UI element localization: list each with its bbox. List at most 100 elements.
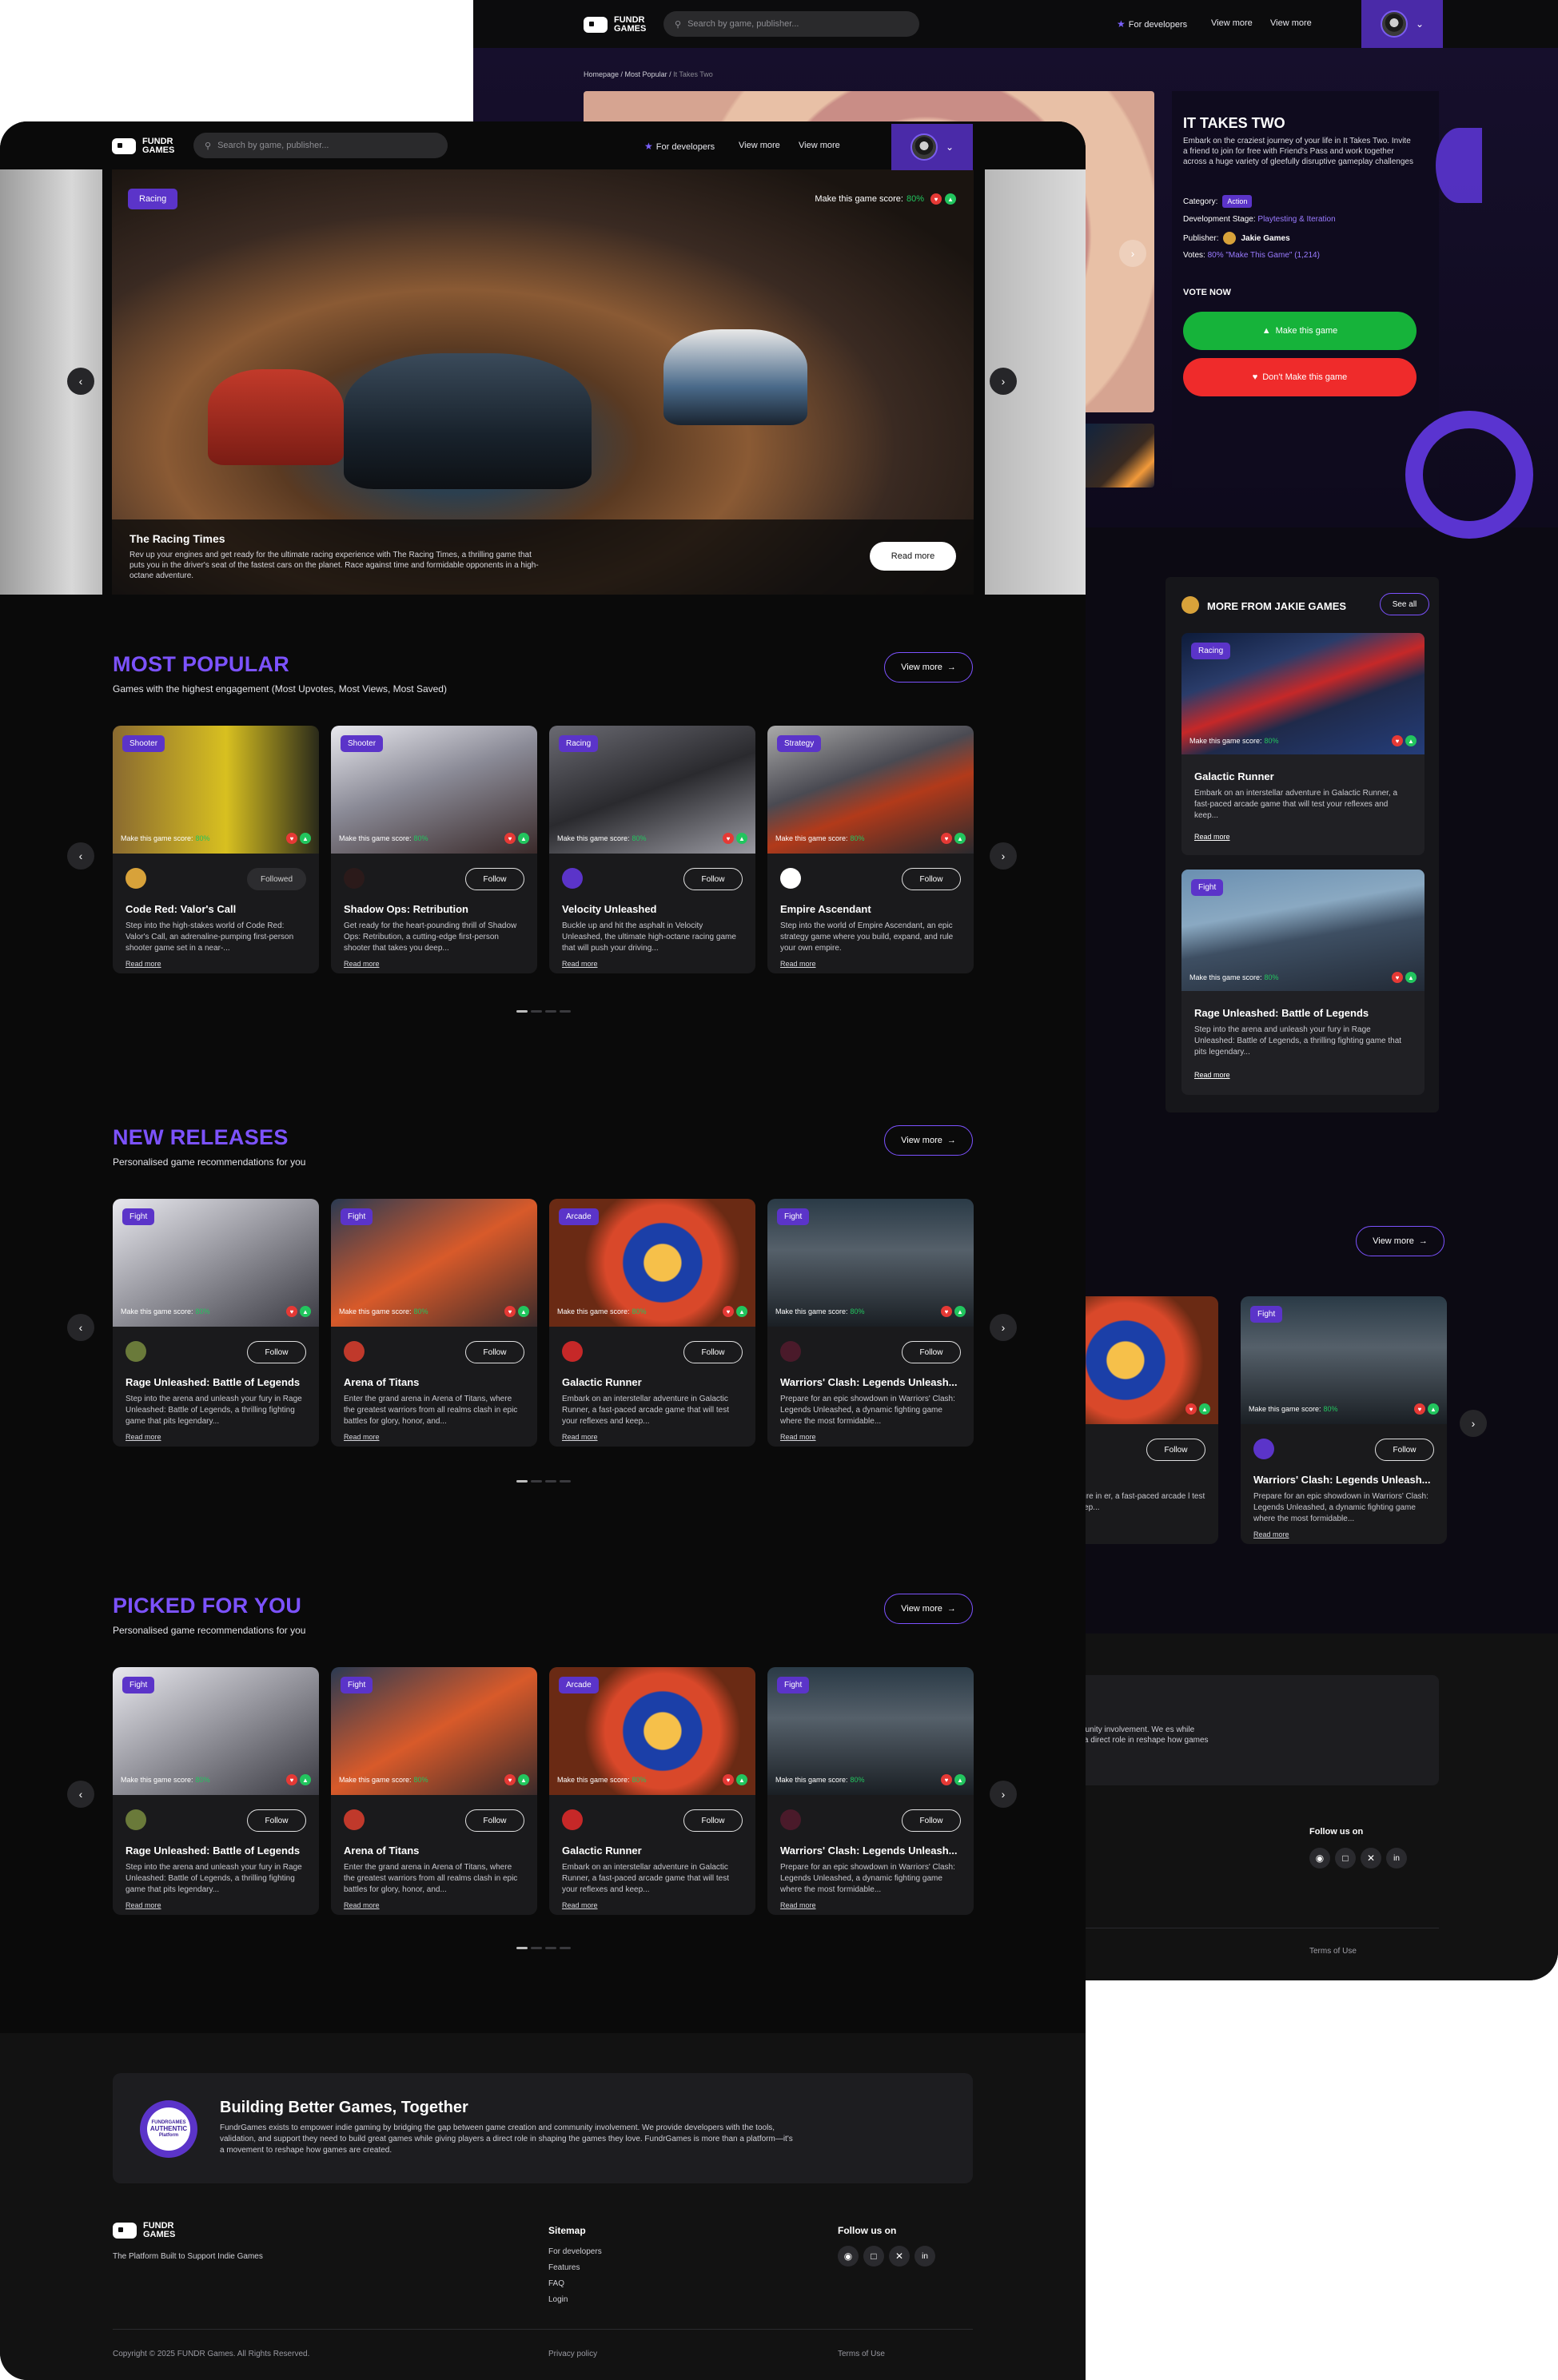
read-more-link[interactable]: Read more xyxy=(780,1433,816,1441)
category-tag[interactable]: Action xyxy=(1222,195,1253,208)
follow-button[interactable]: Follow xyxy=(247,1341,306,1363)
linkedin-icon[interactable]: in xyxy=(1386,1848,1407,1869)
carousel-prev-button[interactable]: ‹ xyxy=(67,842,94,870)
game-card[interactable]: Racing Make this game score: 80% ♥ ▲ Follow Ve… xyxy=(549,726,755,973)
publisher-logo-icon[interactable] xyxy=(126,1341,146,1362)
dot[interactable] xyxy=(531,1480,542,1483)
card-title[interactable]: Velocity Unleashed xyxy=(562,903,746,915)
publisher-logo-icon[interactable] xyxy=(562,1809,583,1830)
dot[interactable] xyxy=(516,1480,528,1483)
dot[interactable] xyxy=(516,1947,528,1949)
user-menu[interactable]: ⌄ xyxy=(891,124,973,170)
downvote-icon[interactable]: ♥ xyxy=(286,1306,297,1317)
follow-button[interactable]: Follow xyxy=(902,1341,961,1363)
dot[interactable] xyxy=(560,1947,571,1949)
upvote-icon[interactable]: ▲ xyxy=(954,1306,966,1317)
nav-for-developers[interactable]: ★ For developers xyxy=(1117,18,1187,30)
card-title[interactable]: Arena of Titans xyxy=(344,1376,528,1388)
search-input[interactable]: ⚲ Search by game, publisher... xyxy=(663,11,919,37)
read-more-link[interactable]: Read more xyxy=(1194,1071,1230,1079)
upvote-icon[interactable]: ▲ xyxy=(954,1774,966,1785)
search-input[interactable]: ⚲ Search by game, publisher... xyxy=(193,133,448,158)
hero-slide[interactable]: Racing Make this game score: 80% ♥ ▲ The Ra… xyxy=(112,169,974,595)
game-card[interactable]: Fight Make this game score: 80% ♥ ▲ Follow War… xyxy=(767,1199,974,1447)
view-more-button[interactable]: View more → xyxy=(884,652,973,683)
dont-make-game-button[interactable]: ♥ Don't Make this game xyxy=(1183,358,1417,396)
nav-view-more[interactable]: View more xyxy=(739,141,780,150)
terms-link[interactable]: Terms of Use xyxy=(838,2350,885,2358)
upvote-icon[interactable]: ▲ xyxy=(1199,1403,1210,1415)
game-card[interactable]: Arcade Make this game score: 80% ♥ ▲ Follow Ga… xyxy=(549,1667,755,1915)
sitemap-link[interactable]: Login xyxy=(548,2295,568,2304)
carousel-prev-button[interactable]: ‹ xyxy=(67,1781,94,1808)
sitemap-link[interactable]: FAQ xyxy=(548,2279,564,2288)
view-more-button[interactable]: View more → xyxy=(884,1594,973,1624)
read-more-link[interactable]: Read more xyxy=(344,1433,380,1441)
nav-view-more[interactable]: View more xyxy=(799,141,840,150)
downvote-icon[interactable]: ♥ xyxy=(941,833,952,844)
logo[interactable]: FUNDR GAMES xyxy=(112,137,174,155)
upvote-icon[interactable]: ▲ xyxy=(1405,972,1417,983)
follow-button[interactable]: Follow xyxy=(465,1341,524,1363)
publisher-logo-icon[interactable] xyxy=(562,868,583,889)
upvote-icon[interactable]: ▲ xyxy=(736,833,747,844)
instagram-icon[interactable]: □ xyxy=(1335,1848,1356,1869)
downvote-icon[interactable]: ♥ xyxy=(286,833,297,844)
card-title[interactable]: Galactic Runner xyxy=(562,1845,746,1857)
game-card[interactable]: Arcade Make this game score: 80% ♥ ▲ Follow Ga… xyxy=(549,1199,755,1447)
game-card[interactable]: Racing Make this game score: 80% ♥ ▲ Galac… xyxy=(1181,633,1425,855)
sitemap-link[interactable]: Features xyxy=(548,2263,580,2272)
hero-prev-button[interactable]: ‹ xyxy=(67,368,94,395)
read-more-link[interactable]: Read more xyxy=(562,960,598,968)
card-title[interactable]: Arena of Titans xyxy=(344,1845,528,1857)
read-more-link[interactable]: Read more xyxy=(126,960,161,968)
read-more-link[interactable]: Read more xyxy=(562,1433,598,1441)
publisher-logo-icon[interactable] xyxy=(562,1341,583,1362)
follow-button[interactable]: Follow xyxy=(902,868,961,890)
game-card[interactable]: Shooter Make this game score: 80% ♥ ▲ Followe… xyxy=(113,726,319,973)
x-icon[interactable]: ✕ xyxy=(889,2246,910,2267)
sitemap-link[interactable]: For developers xyxy=(548,2247,602,2256)
card-title[interactable]: Rage Unleashed: Battle of Legends xyxy=(126,1376,309,1388)
make-game-button[interactable]: ▲ Make this game xyxy=(1183,312,1417,350)
upvote-icon[interactable]: ▲ xyxy=(736,1774,747,1785)
upvote-icon[interactable]: ▲ xyxy=(1428,1403,1439,1415)
downvote-icon[interactable]: ♥ xyxy=(723,833,734,844)
downvote-icon[interactable]: ♥ xyxy=(1392,735,1403,746)
read-more-link[interactable]: Read more xyxy=(344,1901,380,1909)
nav-view-more[interactable]: View more xyxy=(1211,18,1253,28)
privacy-link[interactable]: Privacy policy xyxy=(548,2350,597,2358)
footer-logo[interactable]: FUNDR GAMES xyxy=(113,2222,175,2239)
read-more-link[interactable]: Read more xyxy=(126,1433,161,1441)
downvote-icon[interactable]: ♥ xyxy=(1185,1403,1197,1415)
gallery-thumbnail[interactable] xyxy=(1079,424,1154,488)
publisher-link[interactable]: Jakie Games xyxy=(1241,234,1289,243)
card-title[interactable]: Galactic Runner xyxy=(562,1376,746,1388)
follow-button[interactable]: Follow xyxy=(1375,1439,1434,1461)
see-all-button[interactable]: See all xyxy=(1380,593,1429,615)
publisher-logo-icon[interactable] xyxy=(344,1341,365,1362)
downvote-icon[interactable]: ♥ xyxy=(286,1774,297,1785)
breadcrumb-link[interactable]: Homepage xyxy=(584,70,619,78)
upvote-icon[interactable]: ▲ xyxy=(736,1306,747,1317)
follow-button[interactable]: Follow xyxy=(465,868,524,890)
game-card[interactable]: Fight Make this game score: 80% ♥ ▲ Follow Are… xyxy=(331,1199,537,1447)
read-more-link[interactable]: Read more xyxy=(1194,833,1230,841)
dot[interactable] xyxy=(531,1010,542,1013)
follow-button[interactable]: Follow xyxy=(247,1809,306,1832)
breadcrumb-link[interactable]: Most Popular xyxy=(625,70,667,78)
gallery-next-button[interactable]: › xyxy=(1119,240,1146,267)
nav-for-developers[interactable]: ★ For developers xyxy=(644,141,715,152)
publisher-logo-icon[interactable] xyxy=(780,868,801,889)
read-more-link[interactable]: Read more xyxy=(1253,1530,1289,1538)
publisher-logo-icon[interactable] xyxy=(344,1809,365,1830)
game-card[interactable]: Fight Make this game score: 80% ♥ ▲ Follow Are… xyxy=(331,1667,537,1915)
follow-button[interactable]: Follow xyxy=(465,1809,524,1832)
read-more-link[interactable]: Read more xyxy=(126,1901,161,1909)
card-title[interactable]: Rage Unleashed: Battle of Legends xyxy=(126,1845,309,1857)
read-more-link[interactable]: Read more xyxy=(344,960,380,968)
downvote-icon[interactable]: ♥ xyxy=(941,1774,952,1785)
dot[interactable] xyxy=(560,1010,571,1013)
follow-button[interactable]: Follow xyxy=(683,1809,743,1832)
card-title[interactable]: Shadow Ops: Retribution xyxy=(344,903,528,915)
